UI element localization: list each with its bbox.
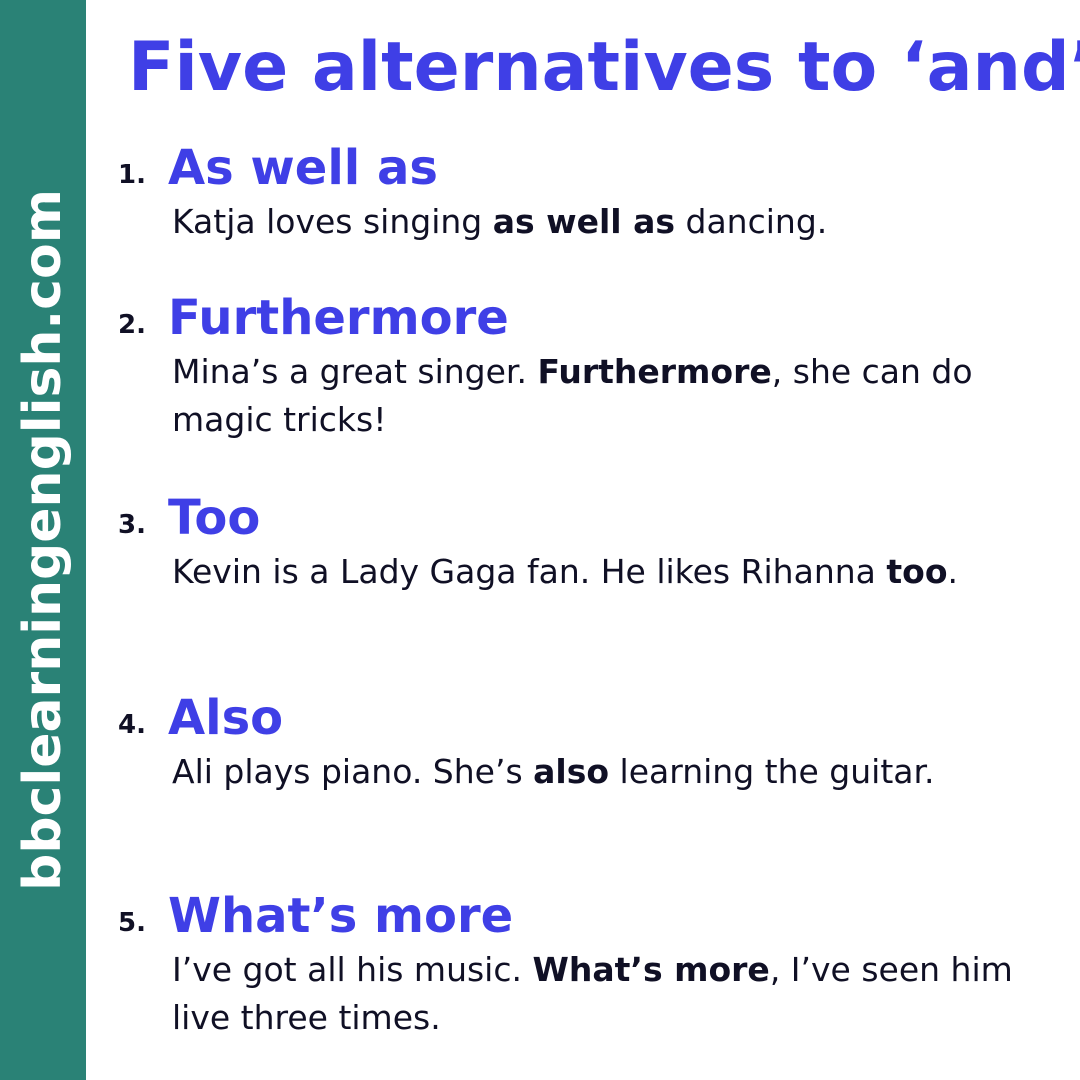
highlighted-phrase: What’s more xyxy=(532,950,770,989)
highlighted-phrase: Furthermore xyxy=(537,352,772,391)
item-number: 2. xyxy=(118,310,146,340)
item-number: 4. xyxy=(118,710,146,740)
item-number: 1. xyxy=(118,160,146,190)
item-heading: What’s more xyxy=(168,888,514,944)
highlighted-phrase: as well as xyxy=(492,202,676,241)
item-number: 3. xyxy=(118,510,146,540)
item-heading: Also xyxy=(168,690,284,746)
item-example: Ali plays piano. She’s also learning the… xyxy=(172,752,935,791)
item-number: 5. xyxy=(118,908,146,938)
item-example: Mina’s a great singer. Furthermore, she … xyxy=(172,352,973,439)
item-heading: Too xyxy=(168,490,261,546)
item-example: Katja loves singing as well as dancing. xyxy=(172,202,828,241)
item-example: I’ve got all his music. What’s more, I’v… xyxy=(172,950,1013,1037)
brand-sidebar: bbclearningenglish.com xyxy=(0,0,86,1080)
item-heading: As well as xyxy=(168,140,438,196)
highlighted-phrase: also xyxy=(533,752,610,791)
item-heading: Furthermore xyxy=(168,290,509,346)
brand-site-name: bbclearningenglish.com xyxy=(13,189,73,891)
highlighted-phrase: too xyxy=(886,552,948,591)
item-example: Kevin is a Lady Gaga fan. He likes Rihan… xyxy=(172,552,958,591)
page-title: Five alternatives to ‘and’ xyxy=(128,28,1080,107)
